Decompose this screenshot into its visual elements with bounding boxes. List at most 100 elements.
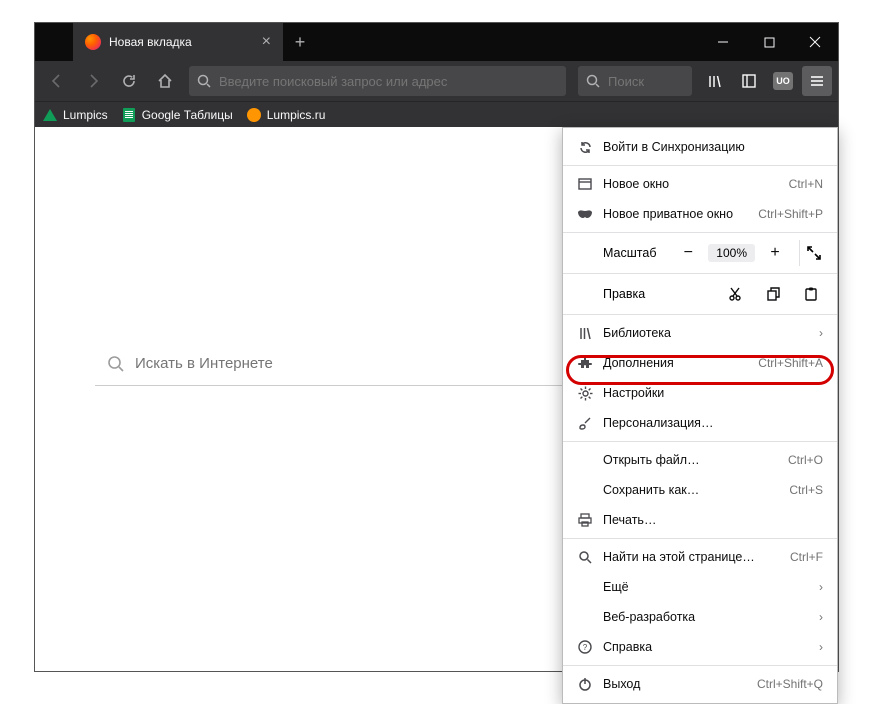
menu-label: Ещё — [603, 580, 809, 594]
url-input[interactable] — [219, 74, 558, 89]
menu-more[interactable]: Ещё › — [563, 572, 837, 602]
menu-zoom: Масштаб − 100% + — [563, 236, 837, 270]
window-controls — [700, 23, 838, 61]
ublock-button[interactable]: UO — [768, 66, 798, 96]
zoom-in-button[interactable]: + — [761, 240, 789, 266]
print-icon — [577, 512, 593, 528]
separator — [563, 232, 837, 233]
bookmark-google-sheets[interactable]: Google Таблицы — [122, 108, 233, 122]
menu-addons[interactable]: Дополнения Ctrl+Shift+A — [563, 348, 837, 378]
menu-shortcut: Ctrl+O — [788, 453, 823, 467]
menu-label: Открыть файл… — [603, 453, 778, 467]
menu-label: Печать… — [603, 513, 823, 527]
back-button[interactable] — [41, 65, 73, 97]
fullscreen-button[interactable] — [799, 240, 827, 266]
menu-print[interactable]: Печать… — [563, 505, 837, 535]
browser-window: Новая вкладка × + UO Lum — [34, 22, 839, 672]
menu-label: Найти на этой странице… — [603, 550, 780, 564]
separator — [563, 273, 837, 274]
library-button[interactable] — [700, 66, 730, 96]
separator — [563, 314, 837, 315]
menu-library[interactable]: Библиотека › — [563, 318, 837, 348]
bookmark-lumpics-ru[interactable]: Lumpics.ru — [247, 108, 326, 122]
tab-title: Новая вкладка — [109, 35, 254, 49]
titlebar: Новая вкладка × + — [35, 23, 838, 61]
menu-find[interactable]: Найти на этой странице… Ctrl+F — [563, 542, 837, 572]
chevron-right-icon: › — [819, 640, 823, 654]
menu-shortcut: Ctrl+S — [789, 483, 823, 497]
menu-save-as[interactable]: Сохранить как… Ctrl+S — [563, 475, 837, 505]
drive-icon — [43, 108, 57, 122]
separator — [563, 441, 837, 442]
menu-sync[interactable]: Войти в Синхронизацию — [563, 132, 837, 162]
separator — [563, 665, 837, 666]
close-button[interactable] — [792, 23, 838, 61]
brush-icon — [577, 415, 593, 431]
paste-button[interactable] — [795, 281, 827, 307]
menu-shortcut: Ctrl+N — [789, 177, 823, 191]
search-bar[interactable] — [578, 66, 692, 96]
menu-shortcut: Ctrl+Shift+Q — [757, 677, 823, 691]
forward-button[interactable] — [77, 65, 109, 97]
search-icon — [586, 74, 600, 88]
minimize-button[interactable] — [700, 23, 746, 61]
search-icon — [197, 74, 211, 88]
app-menu: Войти в Синхронизацию Новое окно Ctrl+N … — [562, 127, 838, 704]
close-icon[interactable]: × — [262, 33, 271, 51]
sidebar-button[interactable] — [734, 66, 764, 96]
newtab-search-input[interactable] — [135, 355, 553, 372]
chevron-right-icon: › — [819, 326, 823, 340]
menu-open-file[interactable]: Открыть файл… Ctrl+O — [563, 445, 837, 475]
chevron-right-icon: › — [819, 610, 823, 624]
library-icon — [577, 325, 593, 341]
search-input[interactable] — [608, 74, 684, 89]
separator — [563, 538, 837, 539]
home-button[interactable] — [149, 65, 181, 97]
app-menu-button[interactable] — [802, 66, 832, 96]
menu-new-window[interactable]: Новое окно Ctrl+N — [563, 169, 837, 199]
content-area: Войти в Синхронизацию Новое окно Ctrl+N … — [35, 127, 838, 671]
bookmark-lumpics[interactable]: Lumpics — [43, 108, 108, 122]
menu-label: Новое приватное окно — [603, 207, 748, 221]
zoom-out-button[interactable]: − — [674, 240, 702, 266]
maximize-button[interactable] — [746, 23, 792, 61]
edit-label: Правка — [603, 287, 713, 301]
gear-icon — [577, 385, 593, 401]
new-tab-button[interactable]: + — [283, 23, 317, 61]
menu-help[interactable]: ? Справка › — [563, 632, 837, 662]
menu-label: Настройки — [603, 386, 823, 400]
sync-icon — [577, 139, 593, 155]
tab-active[interactable]: Новая вкладка × — [73, 23, 283, 61]
zoom-label: Масштаб — [603, 246, 668, 260]
mask-icon — [577, 206, 593, 222]
search-icon — [107, 355, 125, 373]
menu-shortcut: Ctrl+Shift+P — [758, 207, 823, 221]
menu-new-private[interactable]: Новое приватное окно Ctrl+Shift+P — [563, 199, 837, 229]
menu-settings[interactable]: Настройки — [563, 378, 837, 408]
chevron-right-icon: › — [819, 580, 823, 594]
search-icon — [577, 549, 593, 565]
url-bar[interactable] — [189, 66, 566, 96]
menu-label: Новое окно — [603, 177, 779, 191]
cut-button[interactable] — [719, 281, 751, 307]
newtab-search[interactable] — [95, 342, 565, 386]
puzzle-icon — [577, 355, 593, 371]
firefox-icon — [85, 34, 101, 50]
nav-toolbar: UO — [35, 61, 838, 101]
menu-personalize[interactable]: Персонализация… — [563, 408, 837, 438]
menu-label: Персонализация… — [603, 416, 823, 430]
lumpics-icon — [247, 108, 261, 122]
power-icon — [577, 676, 593, 692]
zoom-percent[interactable]: 100% — [708, 244, 755, 262]
bookmark-label: Lumpics — [63, 108, 108, 122]
menu-label: Сохранить как… — [603, 483, 779, 497]
menu-label: Дополнения — [603, 356, 748, 370]
menu-shortcut: Ctrl+F — [790, 550, 823, 564]
menu-webdev[interactable]: Веб-разработка › — [563, 602, 837, 632]
copy-button[interactable] — [757, 281, 789, 307]
sheets-icon — [122, 108, 136, 122]
bookmarks-bar: Lumpics Google Таблицы Lumpics.ru — [35, 101, 838, 127]
menu-edit: Правка — [563, 277, 837, 311]
menu-label: Войти в Синхронизацию — [603, 140, 823, 154]
reload-button[interactable] — [113, 65, 145, 97]
